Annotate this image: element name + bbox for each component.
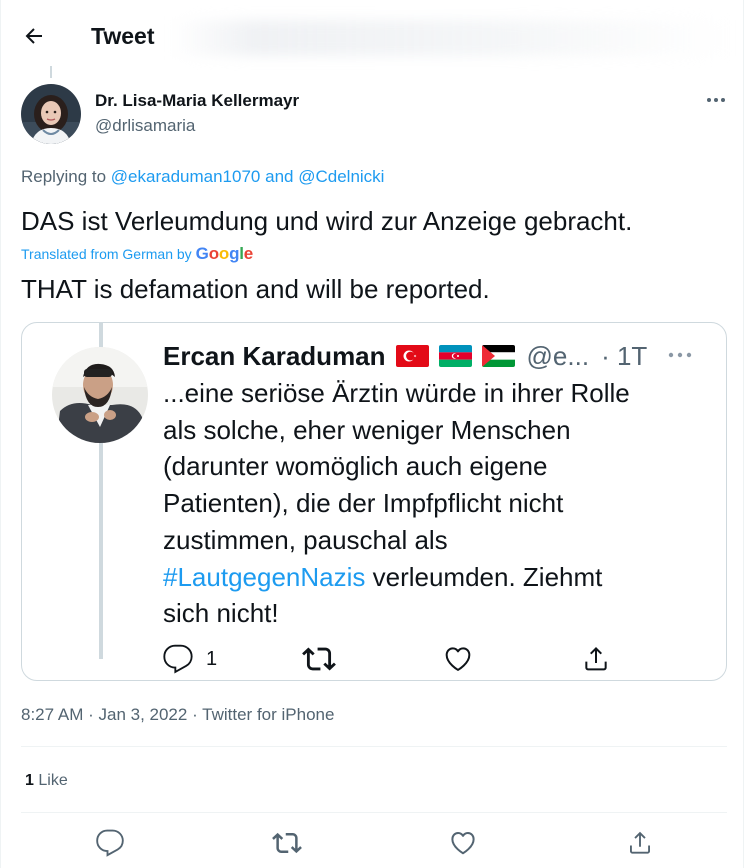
quoted-reply-button[interactable]: 1 [162, 641, 217, 677]
author-avatar[interactable] [21, 84, 81, 144]
quoted-author-handle[interactable]: @e... [527, 339, 590, 373]
quoted-tweet-time[interactable]: · 1T [601, 339, 647, 373]
tweet-metadata: 8:27 AM · Jan 3, 2022 · Twitter for iPho… [21, 704, 334, 726]
quoted-tweet-header: Ercan Karaduman @e... · 1T [163, 338, 647, 374]
quoted-reply-count: 1 [206, 647, 218, 670]
google-logo: Google [195, 244, 254, 263]
likes-count[interactable]: 1 Like [25, 770, 68, 792]
quoted-retweet-button[interactable] [302, 641, 336, 677]
palestine-flag-icon [481, 345, 515, 367]
author-handle[interactable]: @drlisamaria [95, 115, 195, 137]
quoted-text-line: Patienten), die der Impfpflicht nicht [163, 488, 564, 519]
likes-label: Like [38, 772, 68, 789]
reply-and-label: and [265, 167, 294, 186]
hashtag-link[interactable]: #LautgegenNazis [163, 562, 365, 592]
translated-text: Translated from German by [21, 246, 192, 262]
replying-to-label: Replying to [21, 167, 107, 186]
header: Tweet [0, 0, 745, 72]
quoted-author-name[interactable]: Ercan Karaduman [163, 339, 386, 373]
quoted-author-avatar[interactable] [52, 347, 148, 443]
azerbaijan-flag-icon [438, 345, 472, 367]
reply-mention-link-2[interactable]: @Cdelnicki [298, 167, 384, 186]
quoted-tweet-card[interactable]: Ercan Karaduman @e... · 1T ...eine seriö… [21, 322, 727, 681]
quoted-text-line: sich nicht! [163, 598, 279, 629]
blurred-header-region [170, 20, 730, 56]
quoted-like-button[interactable] [442, 641, 474, 677]
translated-from-label[interactable]: Translated from German by Google [21, 244, 253, 264]
translated-tweet-text: THAT is defamation and will be reported. [21, 274, 490, 304]
retweet-icon[interactable] [272, 828, 302, 858]
quoted-text-fragment: verleumden. Ziehmt [365, 561, 603, 592]
meta-separator: · [187, 705, 203, 724]
reply-mention-link-1[interactable]: @ekaraduman1070 [111, 167, 261, 186]
author-name[interactable]: Dr. Lisa-Maria Kellermayr [95, 90, 299, 112]
meta-separator: · [83, 705, 99, 724]
heart-icon [445, 647, 471, 671]
page-title: Tweet [91, 23, 155, 49]
quoted-share-button[interactable] [580, 641, 612, 677]
tweet-text: DAS ist Verleumdung und wird zur Anzeige… [21, 206, 633, 236]
heart-icon[interactable] [448, 828, 478, 858]
divider [21, 746, 727, 747]
quoted-more-options-icon[interactable] [665, 347, 695, 363]
share-icon[interactable] [625, 828, 655, 858]
retweet-icon [302, 647, 336, 671]
likes-number: 1 [25, 772, 34, 789]
reply-icon [163, 644, 193, 674]
replying-to-line: Replying to @ekaraduman1070 and @Cdelnic… [21, 166, 384, 188]
reply-icon[interactable] [95, 828, 125, 858]
thread-connector [50, 66, 52, 78]
tweet-source[interactable]: Twitter for iPhone [202, 705, 334, 724]
quoted-text-line: #LautgegenNazis verleumden. Ziehmt [163, 559, 703, 596]
quoted-text-line: ...eine seriöse Ärztin würde in ihrer Ro… [163, 378, 630, 408]
quoted-text-line: als solche, eher weniger Menschen [163, 414, 571, 445]
quoted-text-line: zustimmen, pauschal als [163, 524, 448, 555]
quoted-tweet-text: ...eine seriöse Ärztin würde in ihrer Ro… [163, 375, 703, 632]
more-options-icon[interactable] [702, 90, 730, 110]
turkey-flag-icon [395, 345, 429, 367]
quoted-tweet-actions: 1 [22, 641, 726, 681]
tweet-time[interactable]: 8:27 AM [21, 705, 83, 724]
quoted-text-line: (darunter womöglich auch eigene [163, 451, 548, 482]
tweet-date[interactable]: Jan 3, 2022 [98, 705, 187, 724]
share-icon [585, 647, 607, 671]
divider [21, 812, 727, 813]
arrow-left-icon[interactable] [22, 24, 46, 48]
